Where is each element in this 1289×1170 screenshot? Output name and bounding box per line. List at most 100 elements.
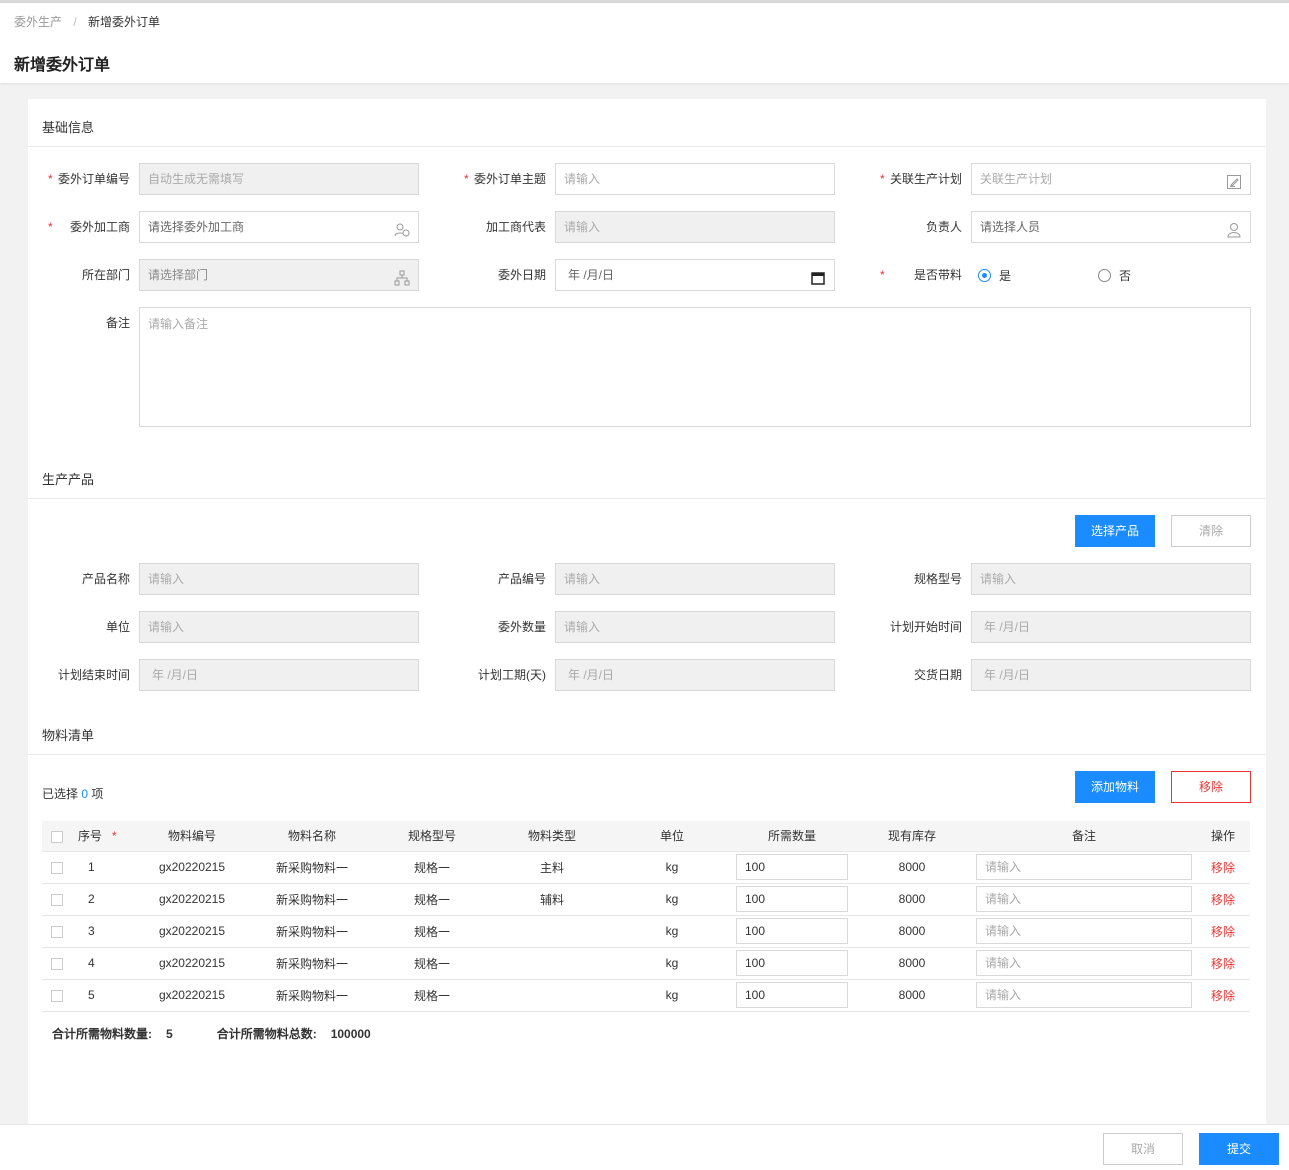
total-count-value: 5: [166, 1027, 173, 1041]
qty-input[interactable]: 100: [736, 982, 848, 1008]
table-row: 2 gx20220215 新采购物料一 规格一 辅料 kg 100 8000 请输入 移除: [42, 883, 1250, 916]
remark-input[interactable]: 请输入: [976, 950, 1192, 976]
col-unit: 单位: [612, 821, 732, 852]
cell-remark: 请输入: [972, 979, 1196, 1012]
total-sum-label: 合计所需物料总数:: [216, 1027, 317, 1041]
selected-suffix: 项: [91, 787, 104, 801]
row-checkbox[interactable]: [51, 925, 63, 938]
org-chart-icon[interactable]: [394, 267, 410, 286]
radio-no[interactable]: 否: [1098, 259, 1131, 291]
owner-placeholder: 请选择人员: [980, 220, 1041, 234]
add-material-button[interactable]: 添加物料: [1075, 771, 1155, 803]
remark-input[interactable]: 请输入: [976, 982, 1192, 1008]
divider: [28, 498, 1266, 499]
row-checkbox[interactable]: [51, 893, 63, 906]
cell-seq: 3: [72, 915, 132, 948]
cell-name: 新采购物料一: [252, 947, 372, 980]
divider: [28, 146, 1266, 147]
date-input[interactable]: 年 /月/日: [555, 259, 835, 291]
product-spec-label: 规格型号: [913, 572, 962, 586]
cell-action: 移除: [1196, 883, 1250, 916]
cell-seq: 4: [72, 947, 132, 980]
qty-input[interactable]: 100: [736, 918, 848, 944]
row-remove-link[interactable]: 移除: [1211, 861, 1235, 875]
calendar-icon[interactable]: [810, 267, 826, 285]
order-subject-input[interactable]: 请输入: [555, 163, 835, 195]
cell-code: gx20220215: [132, 851, 252, 884]
selected-prefix: 已选择: [42, 787, 79, 801]
user-group-icon[interactable]: [394, 219, 410, 237]
cell-name: 新采购物料一: [252, 883, 372, 916]
table-row: 5 gx20220215 新采购物料一 规格一 kg 100 8000 请输入 移除: [42, 979, 1250, 1012]
radio-no-dot[interactable]: [1098, 268, 1111, 282]
cell-spec: 规格一: [372, 979, 492, 1012]
cell-remark: 请输入: [972, 947, 1196, 980]
total-sum-value: 100000: [330, 1027, 371, 1041]
row-checkbox[interactable]: [51, 861, 63, 874]
required-mark: *: [112, 829, 117, 844]
cell-qty: 100: [732, 915, 852, 948]
select-all-checkbox[interactable]: [51, 830, 63, 843]
radio-yes-dot[interactable]: [978, 268, 991, 282]
qty-input[interactable]: 100: [736, 854, 848, 880]
cell-remark: 请输入: [972, 851, 1196, 884]
product-name-label: 产品名称: [81, 572, 130, 586]
row-checkbox-cell: [42, 915, 72, 948]
department-input[interactable]: 请选择部门: [139, 259, 419, 291]
select-product-button[interactable]: 选择产品: [1075, 515, 1155, 547]
qty-input[interactable]: 100: [736, 950, 848, 976]
cell-unit: kg: [612, 883, 732, 916]
radio-yes[interactable]: 是: [978, 259, 1011, 291]
col-name: 物料名称: [252, 821, 372, 852]
row-remove-link[interactable]: 移除: [1211, 925, 1235, 939]
row-remove-link[interactable]: 移除: [1211, 893, 1235, 907]
cell-stock: 8000: [852, 883, 972, 916]
row-remove-link[interactable]: 移除: [1211, 957, 1235, 971]
production-plan-placeholder: 关联生产计划: [980, 172, 1053, 186]
cell-action: 移除: [1196, 915, 1250, 948]
user-icon[interactable]: [1226, 219, 1242, 238]
cell-code: gx20220215: [132, 979, 252, 1012]
row-checkbox[interactable]: [51, 957, 63, 970]
cell-unit: kg: [612, 915, 732, 948]
breadcrumb-parent[interactable]: 委外生产: [14, 15, 62, 29]
cell-qty: 100: [732, 883, 852, 916]
row-remove-link[interactable]: 移除: [1211, 989, 1235, 1003]
remark-input[interactable]: 请输入: [976, 886, 1192, 912]
cell-spec: 规格一: [372, 883, 492, 916]
cancel-button[interactable]: 取消: [1103, 1133, 1183, 1165]
clear-product-button[interactable]: 清除: [1171, 515, 1251, 547]
product-qty-input: 请输入: [555, 611, 835, 643]
col-action: 操作: [1196, 821, 1250, 852]
submit-button[interactable]: 提交: [1199, 1133, 1279, 1165]
cell-code: gx20220215: [132, 883, 252, 916]
total-count-label: 合计所需物料数量:: [52, 1027, 152, 1041]
materials-table: 序号 * 物料编号 物料名称 规格型号 物料类型 单位 所需数量 现有库存 备注 …: [42, 821, 1250, 1012]
plan-days-label: 计划工期(天): [478, 668, 546, 682]
order-subject-label: 委外订单主题: [473, 172, 546, 186]
selected-count: 已选择 0 项: [42, 785, 103, 802]
remark-input[interactable]: 请输入: [976, 918, 1192, 944]
production-plan-input[interactable]: 关联生产计划: [971, 163, 1251, 195]
remark-textarea[interactable]: 请输入备注: [139, 307, 1251, 427]
table-header-row: 序号 * 物料编号 物料名称 规格型号 物料类型 单位 所需数量 现有库存 备注 …: [42, 821, 1250, 852]
remark-label: 备注: [105, 316, 130, 330]
remark-input[interactable]: 请输入: [976, 854, 1192, 880]
radio-yes-label: 是: [999, 268, 1012, 283]
date-label: 委外日期: [497, 268, 546, 282]
breadcrumb: 委外生产 / 新增委外订单: [14, 13, 160, 30]
cell-type: [492, 915, 612, 948]
plan-end-label: 计划结束时间: [57, 668, 130, 682]
cell-name: 新采购物料一: [252, 979, 372, 1012]
qty-input[interactable]: 100: [736, 886, 848, 912]
cell-code: gx20220215: [132, 947, 252, 980]
owner-input[interactable]: 请选择人员: [971, 211, 1251, 243]
row-checkbox-cell: [42, 947, 72, 980]
page-title: 新增委外订单: [14, 57, 111, 74]
row-checkbox[interactable]: [51, 989, 63, 1002]
remove-material-button[interactable]: 移除: [1171, 771, 1251, 803]
edit-icon[interactable]: [1226, 171, 1242, 189]
cell-name: 新采购物料一: [252, 851, 372, 884]
processor-input[interactable]: 请选择委外加工商: [139, 211, 419, 243]
cell-type: [492, 979, 612, 1012]
